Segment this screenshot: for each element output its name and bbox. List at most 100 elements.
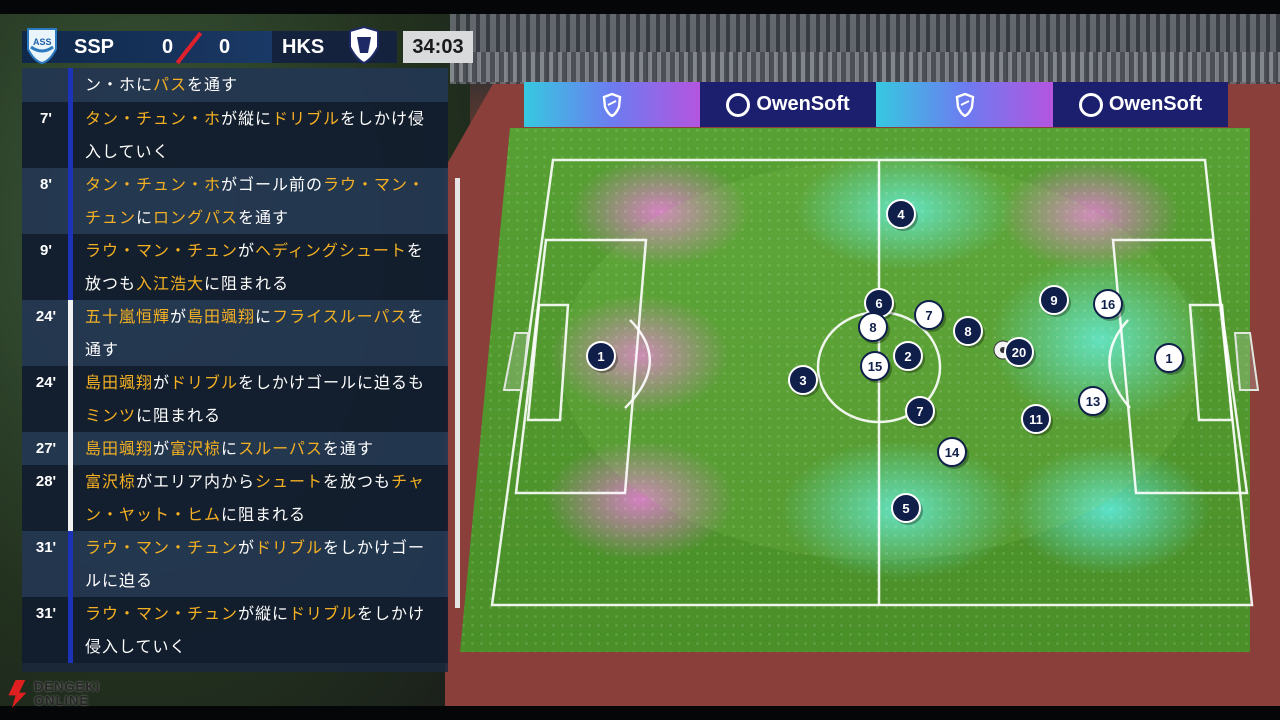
commentary-plain: に阻まれる	[136, 406, 222, 425]
running-track	[445, 80, 1280, 706]
commentary-entry: 28' 富沢椋がエリア内からシュートを放つもチャン・ヤット・ヒムに阻まれる	[22, 465, 448, 531]
commentary-side-marker	[68, 68, 73, 102]
commentary-plain: をしかけゴールに迫るも	[238, 373, 426, 392]
commentary-highlight: ラウ・マン・チュン	[85, 241, 239, 260]
commentary-text: 島田颯翔が富沢椋にスルーパスを通す	[85, 432, 440, 465]
commentary-plain: が縦に	[238, 604, 290, 623]
ad-board-owensoft-2: OwenSoft	[1053, 82, 1228, 127]
commentary-entry: 24' 五十嵐恒輝が島田颯翔にフライスルーパスを通す	[22, 300, 448, 366]
commentary-plain: に	[221, 439, 239, 458]
commentary-highlight: ラウ・マン・チュン	[85, 538, 239, 557]
stadium-stands-lower	[450, 52, 1280, 82]
commentary-entry: 27' 島田颯翔が富沢椋にスルーパスを通す	[22, 432, 448, 465]
commentary-minute: 31'	[35, 605, 57, 622]
commentary-plain: に	[255, 307, 273, 326]
commentary-minute: 31'	[35, 539, 57, 556]
commentary-highlight: ラウ・マン・チュン	[85, 604, 239, 623]
commentary-side-marker	[68, 300, 73, 366]
commentary-plain: が	[153, 373, 171, 392]
commentary-highlight: ドリブル	[272, 109, 341, 128]
commentary-side-marker	[68, 597, 73, 663]
commentary-highlight: ロングパス	[153, 208, 239, 227]
commentary-plain: に阻まれる	[221, 505, 307, 524]
ad-brand-text: OwenSoft	[756, 93, 850, 115]
ad-board-shield-1	[524, 82, 700, 127]
commentary-highlight: 島田颯翔	[85, 373, 154, 392]
shield-logo-icon	[602, 92, 622, 117]
commentary-text: 島田颯翔がドリブルをしかけゴールに迫るもミンツに阻まれる	[85, 366, 440, 432]
commentary-side-marker	[68, 234, 73, 300]
commentary-highlight: シュート	[255, 472, 324, 491]
ad-brand-text: OwenSoft	[1108, 93, 1203, 115]
away-score: 0	[219, 36, 231, 58]
commentary-plain: を通す	[238, 208, 290, 227]
commentary-highlight: 島田颯翔	[187, 307, 256, 326]
commentary-entry: ン・ホにパスを通す	[22, 68, 448, 102]
letterbox-top	[0, 0, 1280, 14]
commentary-minute: 24'	[35, 308, 57, 325]
commentary-minute: 28'	[35, 473, 57, 490]
commentary-plain: ン・ホに	[85, 75, 154, 94]
home-crest-text: ASS	[33, 37, 52, 47]
commentary-text: タン・チュン・ホがゴール前のラウ・マン・チュンにロングパスを通す	[85, 168, 440, 234]
ad-board-owensoft-1: OwenSoft	[700, 82, 876, 127]
commentary-entry: 24' 島田颯翔がドリブルをしかけゴールに迫るもミンツに阻まれる	[22, 366, 448, 432]
commentary-plain: を通す	[187, 75, 239, 94]
match-clock: 34:03	[403, 31, 473, 63]
ad-board-shield-2	[876, 82, 1053, 127]
commentary-plain: が縦に	[221, 109, 273, 128]
commentary-text: 富沢椋がエリア内からシュートを放つもチャン・ヤット・ヒムに阻まれる	[85, 465, 440, 531]
commentary-plain: に阻まれる	[204, 274, 290, 293]
commentary-highlight: フライスルーパス	[272, 307, 408, 326]
commentary-text: ラウ・マン・チュンがヘディングシュートを放つも入江浩大に阻まれる	[85, 234, 440, 300]
commentary-side-marker	[68, 465, 73, 531]
commentary-minute: 24'	[35, 374, 57, 391]
commentary-plain: を通す	[322, 439, 374, 458]
commentary-plain: が	[170, 307, 188, 326]
lightning-bolt-icon	[8, 680, 27, 708]
commentary-text: ン・ホにパスを通す	[85, 68, 440, 101]
owensoft-logo-icon	[726, 92, 751, 117]
commentary-text: ラウ・マン・チュンが縦にドリブルをしかけ侵入していく	[85, 597, 440, 663]
commentary-highlight: ドリブル	[255, 538, 324, 557]
commentary-entry: 31' ラウ・マン・チュンが縦にドリブルをしかけ侵入していく	[22, 597, 448, 663]
publisher-watermark: DENGEKI ONLINE	[6, 676, 126, 712]
commentary-plain: を放つも	[323, 472, 392, 491]
commentary-highlight: 入江浩大	[136, 274, 205, 293]
commentary-scrollbar[interactable]	[455, 178, 460, 608]
commentary-side-marker	[68, 366, 73, 432]
commentary-entry: 8' タン・チュン・ホがゴール前のラウ・マン・チュンにロングパスを通す	[22, 168, 448, 234]
commentary-highlight: 富沢椋	[170, 439, 222, 458]
home-team-name: SSP	[74, 36, 115, 58]
score-divider	[175, 31, 203, 65]
commentary-plain: がエリア内から	[136, 472, 256, 491]
commentary-highlight: タン・チュン・ホ	[85, 175, 222, 194]
commentary-plain: に	[136, 208, 154, 227]
scoreboard: ASS SSP 0 0 HKS 34:03	[22, 25, 473, 65]
commentary-plain: が	[153, 439, 171, 458]
commentary-minute: 8'	[40, 176, 52, 193]
commentary-side-marker	[68, 168, 73, 234]
match-scene: OwenSoft OwenSoft 1 3 4 5 6 7 2 8 20 9 1…	[0, 0, 1280, 720]
commentary-highlight: 島田颯翔	[85, 439, 154, 458]
commentary-text: ラウ・マン・チュンがドリブルをしかけゴールに迫る	[85, 531, 440, 597]
commentary-log[interactable]: ン・ホにパスを通す 7' タン・チュン・ホが縦にドリブルをしかけ侵入していく 8' タン…	[22, 68, 448, 672]
commentary-entry: 9' ラウ・マン・チュンがヘディングシュートを放つも入江浩大に阻まれる	[22, 234, 448, 300]
away-team-crest-icon	[349, 25, 379, 65]
commentary-highlight: ドリブル	[170, 373, 239, 392]
commentary-highlight: 五十嵐恒輝	[85, 307, 171, 326]
commentary-plain: が	[238, 241, 256, 260]
commentary-highlight: ドリブル	[289, 604, 358, 623]
home-team-panel: ASS SSP 0 0	[22, 28, 272, 65]
home-score: 0	[162, 36, 174, 58]
shield-logo-icon	[955, 92, 974, 117]
commentary-text: タン・チュン・ホが縦にドリブルをしかけ侵入していく	[85, 102, 440, 168]
commentary-entry: 31' ラウ・マン・チュンがドリブルをしかけゴールに迫る	[22, 531, 448, 597]
commentary-highlight: タン・チュン・ホ	[85, 109, 222, 128]
commentary-side-marker	[68, 102, 73, 168]
commentary-minute: 27'	[35, 440, 57, 457]
commentary-entry: 7' タン・チュン・ホが縦にドリブルをしかけ侵入していく	[22, 102, 448, 168]
owensoft-logo-icon	[1078, 92, 1103, 117]
commentary-minute: 7'	[40, 110, 52, 127]
away-team-name: HKS	[282, 36, 325, 58]
